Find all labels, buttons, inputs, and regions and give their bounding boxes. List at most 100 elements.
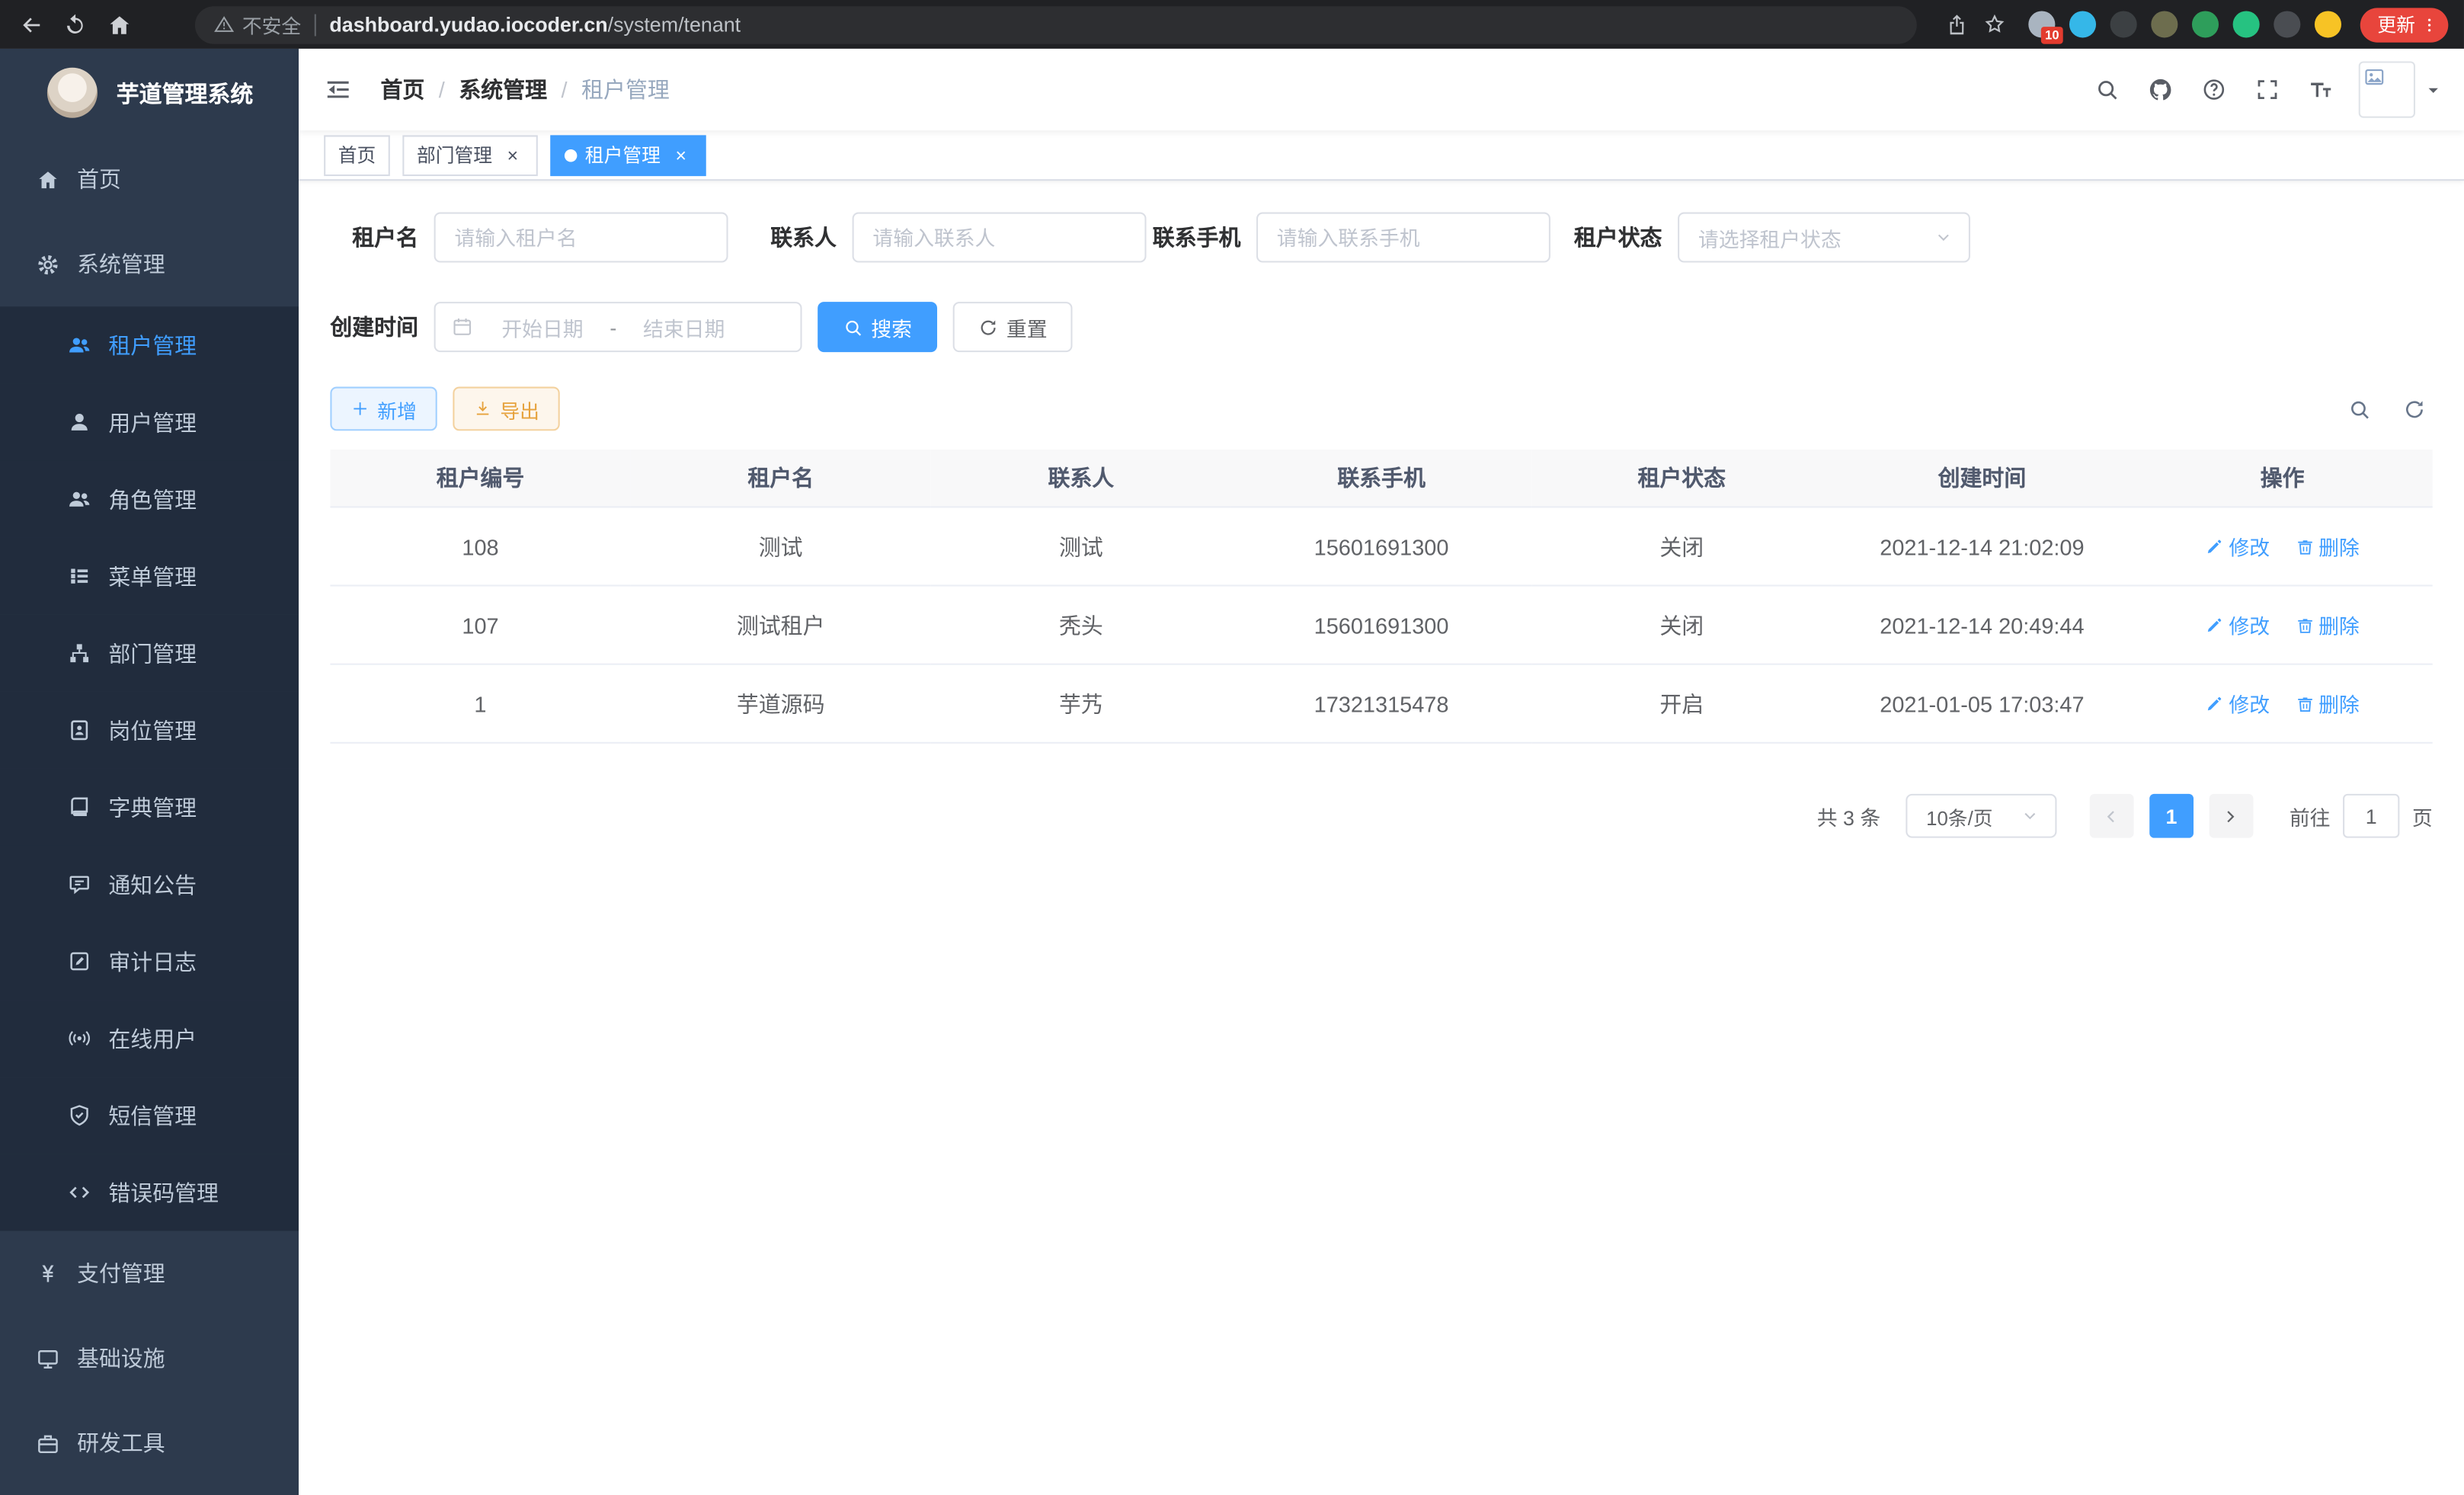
breadcrumb-item[interactable]: 首页 — [380, 74, 424, 105]
cell-status: 关闭 — [1531, 507, 1832, 585]
fullscreen-icon[interactable] — [2254, 77, 2280, 102]
share-icon[interactable] — [1939, 2, 1977, 46]
navbar-right — [2066, 61, 2442, 117]
collapse-sidebar-icon[interactable] — [324, 75, 352, 104]
browser-reload-icon[interactable] — [53, 2, 98, 46]
page-1-button[interactable]: 1 — [2149, 794, 2194, 838]
cell-created: 2021-12-14 21:02:09 — [1832, 507, 2132, 585]
log-icon — [66, 949, 93, 973]
delete-button[interactable]: 删除 — [2295, 610, 2360, 639]
edit-button[interactable]: 修改 — [2205, 689, 2270, 719]
table-row: 1芋道源码芋艿17321315478开启2021-01-05 17:03:47修… — [330, 664, 2432, 743]
column-header: 租户状态 — [1531, 450, 1832, 507]
extension-icon[interactable] — [2069, 11, 2096, 37]
sidebar-item-user[interactable]: 用户管理 — [0, 383, 299, 460]
help-icon[interactable] — [2201, 77, 2226, 102]
sidebar-item-list[interactable]: 菜单管理 — [0, 538, 299, 615]
contact-input[interactable] — [853, 213, 1147, 263]
extension-icon[interactable] — [2315, 11, 2341, 37]
sidebar-item-infra[interactable]: 基础设施 — [0, 1316, 299, 1401]
close-icon[interactable]: × — [670, 144, 692, 166]
sidebar-item-book[interactable]: 字典管理 — [0, 769, 299, 846]
export-button[interactable]: 导出 — [453, 387, 559, 431]
sidebar-item-message[interactable]: 通知公告 — [0, 846, 299, 923]
refresh-table-icon[interactable] — [2402, 397, 2426, 421]
sidebar-item-users[interactable]: 租户管理 — [0, 306, 299, 383]
extension-icon[interactable]: 10 — [2028, 11, 2055, 37]
sidebar-item-tool[interactable]: 研发工具 — [0, 1401, 299, 1485]
sidebar-item-badge[interactable]: 岗位管理 — [0, 692, 299, 769]
breadcrumb-separator: / — [439, 77, 445, 102]
tab-label: 首页 — [338, 142, 376, 168]
end-date-placeholder[interactable]: 结束日期 — [624, 312, 744, 342]
chevron-right-icon — [2221, 805, 2242, 826]
reset-button[interactable]: 重置 — [953, 302, 1073, 352]
toggle-search-icon[interactable] — [2347, 397, 2371, 421]
extension-icon[interactable] — [2192, 11, 2219, 37]
cell-created: 2021-12-14 20:49:44 — [1832, 586, 2132, 664]
goto-page-input[interactable] — [2343, 794, 2399, 838]
home-icon — [34, 168, 61, 191]
edit-button[interactable]: 修改 — [2205, 531, 2270, 561]
next-page-button[interactable] — [2210, 794, 2254, 838]
sidebar-item-home[interactable]: 首页 — [0, 136, 299, 221]
search-button[interactable]: 搜索 — [818, 302, 937, 352]
header-search-icon[interactable] — [2094, 77, 2120, 102]
user-avatar[interactable] — [2359, 61, 2415, 117]
cell-name: 测试 — [631, 507, 931, 585]
cell-phone: 17321315478 — [1231, 664, 1531, 743]
extension-icon[interactable] — [2151, 11, 2178, 37]
page-size-select[interactable]: 10条/页 — [1906, 794, 2056, 838]
tab-item[interactable]: 租户管理× — [550, 134, 706, 175]
bookmark-star-icon[interactable] — [1976, 2, 2014, 46]
delete-button[interactable]: 删除 — [2295, 531, 2360, 561]
sidebar-item-log[interactable]: 审计日志 — [0, 923, 299, 1000]
sidebar-item-shield[interactable]: 短信管理 — [0, 1077, 299, 1154]
delete-button[interactable]: 删除 — [2295, 689, 2360, 719]
sidebar-item-online[interactable]: 在线用户 — [0, 1000, 299, 1077]
update-button[interactable]: 更新 — [2360, 7, 2449, 41]
edit-icon — [2205, 694, 2224, 713]
sidebar-item-label: 审计日志 — [108, 946, 197, 977]
date-separator: - — [602, 315, 624, 339]
extension-icon[interactable] — [2110, 11, 2137, 37]
github-icon[interactable] — [2148, 77, 2173, 102]
status-select[interactable]: 请选择租户状态 — [1678, 213, 1970, 263]
sidebar-item-tree[interactable]: 部门管理 — [0, 615, 299, 692]
extension-icon[interactable] — [2274, 11, 2300, 37]
edit-button[interactable]: 修改 — [2205, 610, 2270, 639]
table-row: 107测试租户秃头15601691300关闭2021-12-14 20:49:4… — [330, 586, 2432, 664]
more-options-icon — [2418, 2, 2440, 46]
sidebar-item-code[interactable]: 错误码管理 — [0, 1154, 299, 1231]
close-icon[interactable]: × — [501, 144, 523, 166]
tab-item[interactable]: 部门管理× — [402, 134, 538, 175]
phone-input[interactable] — [1256, 213, 1550, 263]
font-size-icon[interactable] — [2309, 77, 2334, 102]
sidebar-item-label: 菜单管理 — [108, 560, 197, 591]
table-row: 108测试测试15601691300关闭2021-12-14 21:02:09修… — [330, 507, 2432, 585]
prev-page-button[interactable] — [2090, 794, 2134, 838]
divider — [314, 14, 315, 36]
chevron-down-icon — [1934, 228, 1953, 247]
add-button[interactable]: 新增 — [330, 387, 437, 431]
user-menu-caret-icon[interactable] — [2424, 81, 2442, 98]
start-date-placeholder[interactable]: 开始日期 — [483, 312, 603, 342]
extension-icon[interactable] — [2233, 11, 2260, 37]
sidebar-item-gear[interactable]: 系统管理 — [0, 222, 299, 306]
tab-item[interactable]: 首页 — [324, 134, 390, 175]
breadcrumb-item[interactable]: 系统管理 — [459, 74, 547, 105]
address-bar[interactable]: 不安全 dashboard.yudao.iocoder.cn/system/te… — [195, 5, 1917, 43]
tenant-name-input[interactable] — [434, 213, 728, 263]
browser-back-icon[interactable] — [9, 2, 53, 46]
code-icon — [66, 1180, 93, 1204]
sidebar-item-users[interactable]: 角色管理 — [0, 460, 299, 537]
browser-home-icon[interactable] — [98, 2, 142, 46]
sidebar-item-pay[interactable]: 支付管理 — [0, 1231, 299, 1315]
app-title: 芋道管理系统 — [117, 76, 254, 109]
chevron-down-icon — [2021, 806, 2040, 825]
edit-icon — [2205, 537, 2224, 556]
edit-icon — [2205, 616, 2224, 635]
shield-icon — [66, 1103, 93, 1127]
date-range-picker[interactable]: 开始日期 - 结束日期 — [434, 302, 802, 352]
cell-id: 1 — [330, 664, 630, 743]
